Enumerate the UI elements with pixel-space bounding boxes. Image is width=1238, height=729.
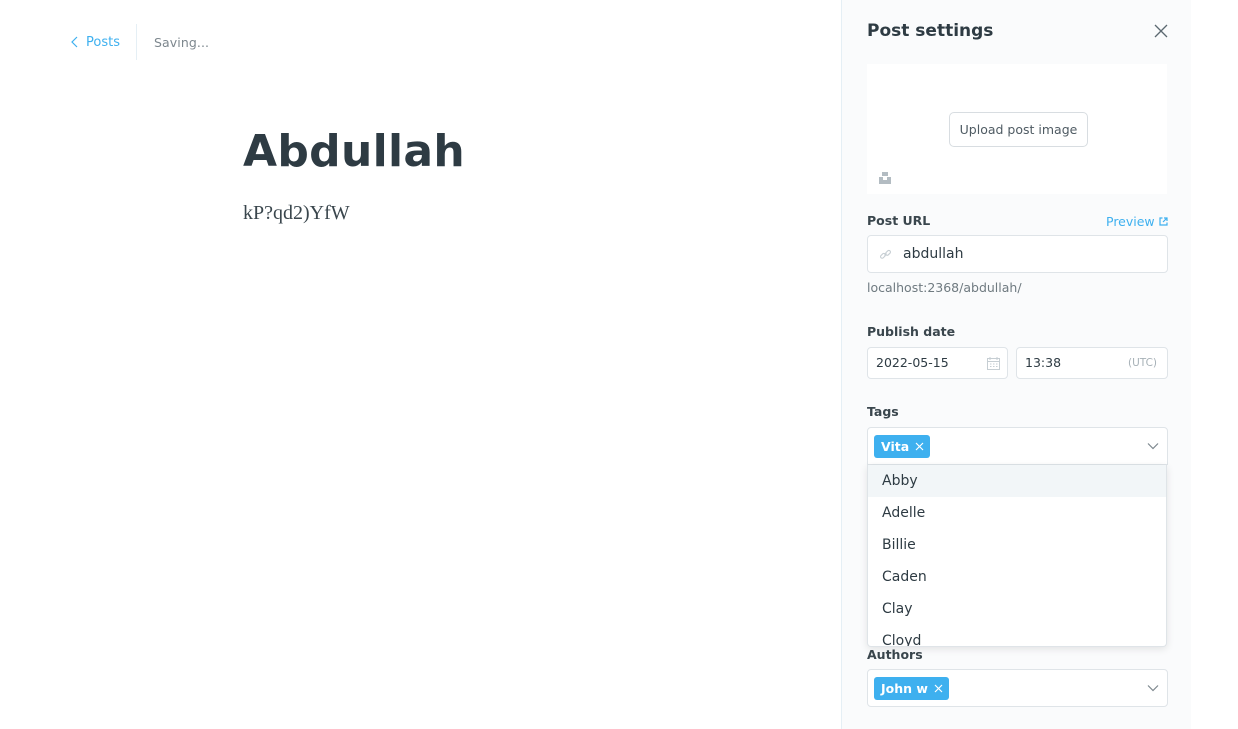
- dropdown-option[interactable]: Adelle: [868, 497, 1166, 529]
- preview-link[interactable]: Preview: [1106, 214, 1168, 229]
- tag-token-label: Vita: [881, 439, 910, 454]
- external-link-icon: [1159, 217, 1168, 226]
- publish-date-input[interactable]: [876, 355, 976, 370]
- link-icon: [880, 249, 891, 259]
- post-url-label: Post URL: [867, 213, 931, 228]
- save-status: Saving...: [153, 34, 210, 50]
- back-link-label: Posts: [86, 34, 120, 50]
- back-to-posts-link[interactable]: Posts: [70, 24, 137, 60]
- dropdown-option[interactable]: Cloyd: [868, 625, 1166, 646]
- settings-title: Post settings: [867, 21, 994, 41]
- publish-date-label: Publish date: [867, 324, 956, 339]
- tags-label: Tags: [867, 404, 899, 419]
- tags-select[interactable]: Vita: [867, 427, 1168, 465]
- remove-author-button[interactable]: [934, 684, 943, 693]
- timezone-label: (UTC): [1127, 357, 1157, 369]
- dropdown-option[interactable]: Caden: [868, 561, 1166, 593]
- post-url-field[interactable]: [867, 235, 1168, 273]
- close-small-icon: [934, 684, 943, 693]
- close-small-icon: [915, 442, 924, 451]
- author-token-label: John w: [881, 681, 928, 696]
- tag-token: Vita: [874, 435, 931, 458]
- post-image-uploader[interactable]: Upload post image: [867, 64, 1167, 194]
- dropdown-option[interactable]: Billie: [868, 529, 1166, 561]
- authors-label: Authors: [867, 647, 923, 662]
- post-url-input[interactable]: [903, 244, 1153, 264]
- close-settings-button[interactable]: [1153, 23, 1169, 39]
- chevron-left-icon: [71, 36, 78, 48]
- calendar-icon[interactable]: [987, 357, 1000, 370]
- publish-date-field[interactable]: [867, 347, 1008, 379]
- chevron-down-icon[interactable]: [1147, 442, 1159, 450]
- chevron-down-icon[interactable]: [1147, 684, 1159, 692]
- preview-link-label: Preview: [1106, 214, 1155, 229]
- publish-time-field[interactable]: (UTC): [1016, 347, 1168, 379]
- editor-header: Posts Saving...: [70, 24, 209, 60]
- upload-post-image-button[interactable]: Upload post image: [949, 112, 1088, 147]
- close-icon: [1154, 24, 1168, 38]
- unsplash-icon[interactable]: [878, 170, 892, 184]
- tags-dropdown[interactable]: Abby Adelle Billie Caden Clay Cloyd: [867, 465, 1167, 647]
- remove-tag-button[interactable]: [915, 442, 924, 451]
- dropdown-option[interactable]: Clay: [868, 593, 1166, 625]
- publish-time-input[interactable]: [1025, 355, 1125, 370]
- post-url-helper: localhost:2368/abdullah/: [867, 280, 1022, 295]
- authors-select[interactable]: John w: [867, 669, 1168, 707]
- post-body[interactable]: kP?qd2)YfW: [243, 202, 350, 225]
- author-token: John w: [874, 677, 949, 700]
- dropdown-option[interactable]: Abby: [868, 465, 1166, 497]
- post-title[interactable]: Abdullah: [243, 126, 465, 177]
